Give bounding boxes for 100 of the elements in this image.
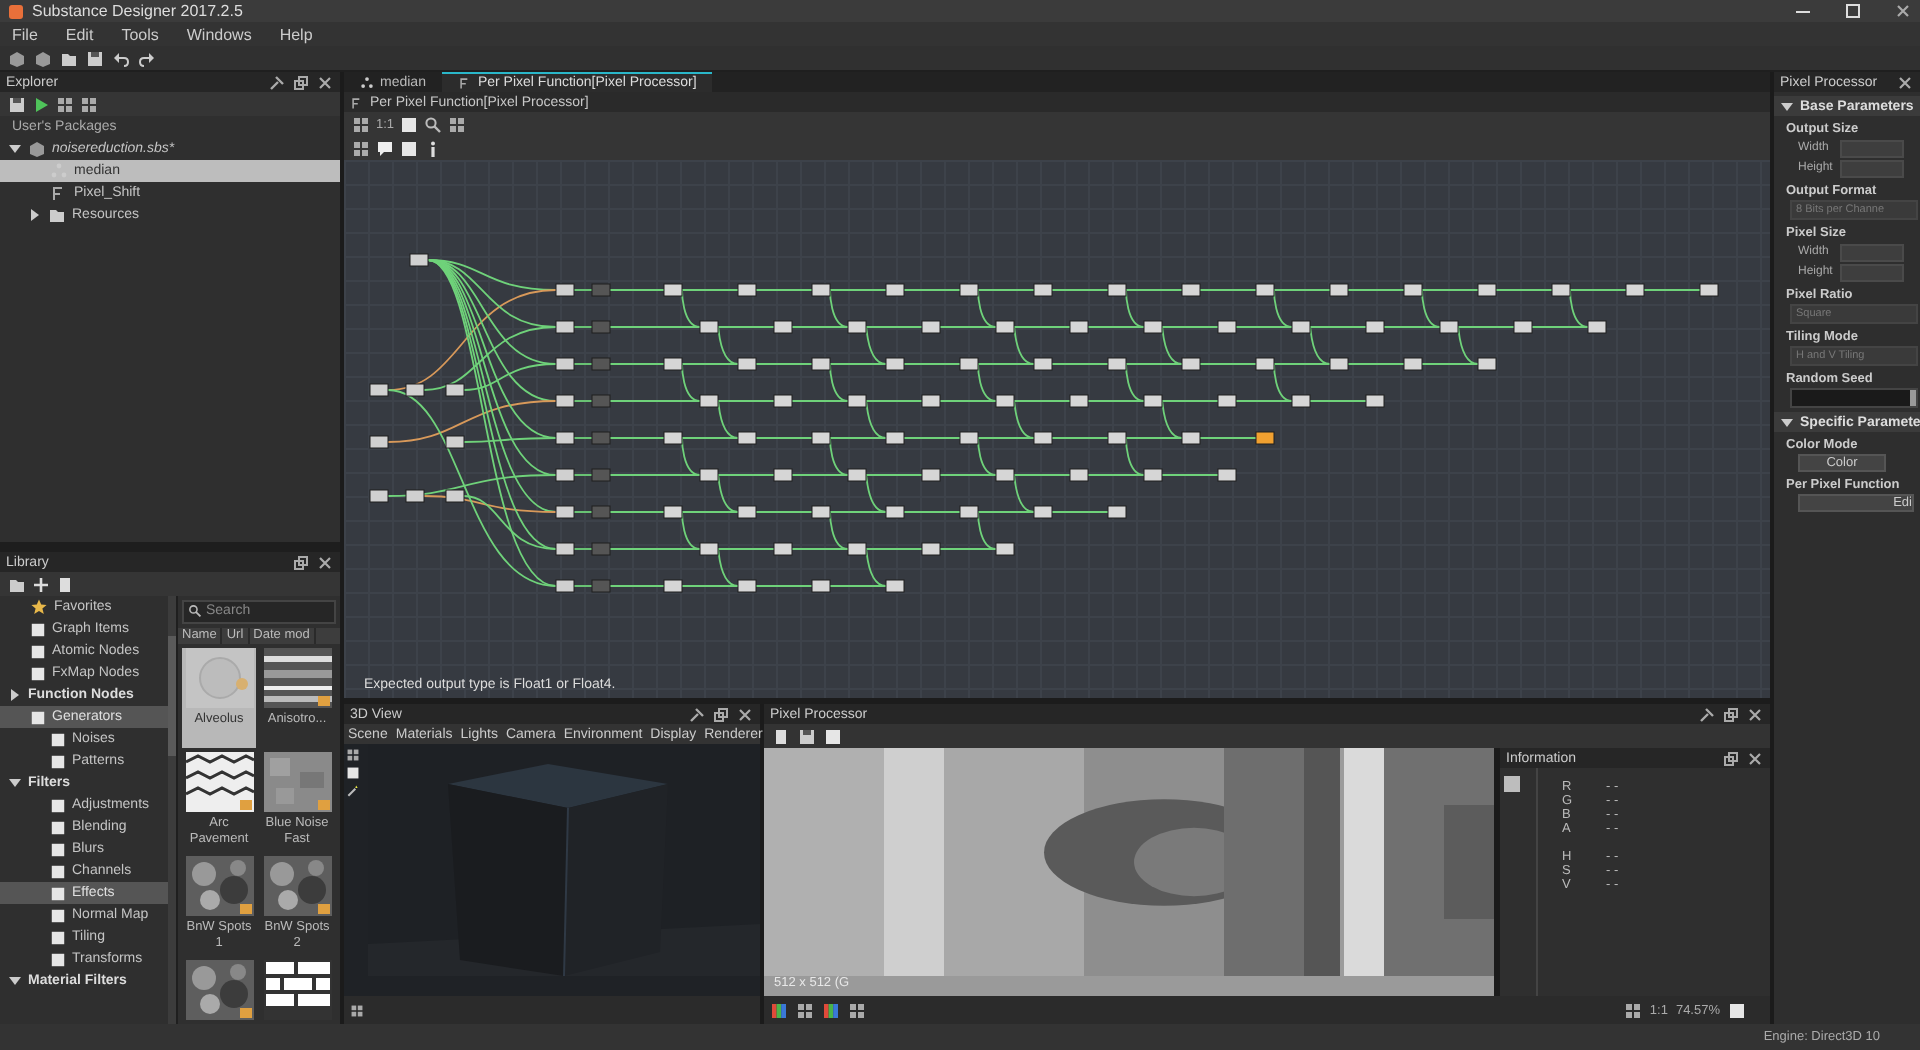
pin-icon[interactable] xyxy=(268,73,286,91)
seed-field[interactable] xyxy=(1790,388,1918,408)
save-icon[interactable] xyxy=(798,727,816,745)
expanded-arrow-icon[interactable] xyxy=(8,776,22,790)
connection-line xyxy=(609,585,665,587)
grid-icon[interactable] xyxy=(796,1001,814,1019)
expanded-arrow-icon[interactable] xyxy=(1780,415,1794,429)
menu-item[interactable]: Tools xyxy=(121,25,159,43)
float-window-icon[interactable] xyxy=(1722,705,1740,723)
connection-line xyxy=(903,289,961,291)
connection-line xyxy=(903,363,961,365)
close-icon[interactable] xyxy=(1894,2,1912,20)
float-window-icon[interactable] xyxy=(292,553,310,571)
menu-item[interactable]: Windows xyxy=(186,25,252,43)
window-title: Substance Designer 2017.2.5 xyxy=(32,2,243,20)
close-icon[interactable] xyxy=(1746,705,1764,723)
save-icon[interactable] xyxy=(86,49,104,67)
grid-icon[interactable] xyxy=(848,1001,866,1019)
undo-icon[interactable] xyxy=(112,49,130,67)
connection-line xyxy=(1161,474,1219,476)
close-icon[interactable] xyxy=(736,705,754,723)
grid-icon[interactable] xyxy=(56,95,74,113)
float-window-icon[interactable] xyxy=(712,705,730,723)
search-icon[interactable] xyxy=(424,115,443,133)
grid-icon[interactable] xyxy=(448,115,467,133)
connection-line xyxy=(609,289,665,291)
close-icon[interactable] xyxy=(1896,73,1914,91)
grid-icon[interactable] xyxy=(80,95,98,113)
connection-line xyxy=(1347,289,1405,291)
expanded-arrow-icon[interactable] xyxy=(8,974,22,988)
function-icon xyxy=(457,76,472,90)
expanded-arrow-icon[interactable] xyxy=(8,142,22,156)
document-icon[interactable] xyxy=(772,727,790,745)
document-icon[interactable] xyxy=(56,575,74,593)
rgb-icon[interactable] xyxy=(770,1001,788,1019)
grid-icon[interactable] xyxy=(346,748,360,762)
connection-line xyxy=(573,289,593,291)
number-field[interactable] xyxy=(1840,159,1904,177)
menu-item[interactable]: File xyxy=(12,25,38,43)
collapsed-arrow-icon[interactable] xyxy=(8,688,22,702)
wand-icon[interactable] xyxy=(346,784,360,798)
connection-line xyxy=(1199,363,1257,365)
folder-icon xyxy=(48,206,66,224)
number-field[interactable] xyxy=(1840,243,1904,261)
float-window-icon[interactable] xyxy=(292,73,310,91)
connection-line xyxy=(1051,511,1109,513)
connection-line xyxy=(573,437,593,439)
connection-line xyxy=(573,400,593,402)
node-icon xyxy=(360,76,374,90)
frame-icon[interactable] xyxy=(346,766,360,780)
menu-item[interactable]: Edit xyxy=(65,25,94,43)
star-icon xyxy=(30,598,48,616)
maximize-icon[interactable] xyxy=(1844,2,1862,20)
connection-line xyxy=(903,511,961,513)
connection-line xyxy=(1347,363,1405,365)
collapsed-arrow-icon[interactable] xyxy=(28,208,42,222)
connection-line xyxy=(1643,289,1701,291)
pin-icon[interactable] xyxy=(1698,705,1716,723)
add-icon[interactable] xyxy=(32,575,50,593)
redo-icon[interactable] xyxy=(138,49,156,67)
connection-line xyxy=(1051,289,1109,291)
number-field[interactable] xyxy=(1840,139,1904,157)
grid-icon[interactable] xyxy=(350,1003,364,1017)
connection-line xyxy=(573,511,593,513)
close-icon[interactable] xyxy=(1746,749,1764,767)
grid-icon[interactable] xyxy=(352,139,370,157)
pin-icon[interactable] xyxy=(688,705,706,723)
node-icon xyxy=(50,162,68,180)
menu-item[interactable]: Help xyxy=(279,25,313,43)
connection-line xyxy=(755,585,813,587)
connection-line xyxy=(609,363,665,365)
connection-line xyxy=(1495,289,1553,291)
connection-line xyxy=(755,289,813,291)
save-icon[interactable] xyxy=(8,95,26,113)
connection-line xyxy=(573,363,593,365)
graph-nodes[interactable] xyxy=(369,253,1719,593)
close-icon[interactable] xyxy=(316,73,334,91)
connection-line xyxy=(1199,289,1257,291)
connection-line xyxy=(755,363,813,365)
color-swatch xyxy=(1504,776,1520,792)
grid-icon[interactable] xyxy=(352,115,370,133)
connection-line xyxy=(573,474,593,476)
search-icon xyxy=(188,604,202,619)
connection-line xyxy=(609,511,665,513)
connection-line xyxy=(1309,400,1367,402)
rgb-icon[interactable] xyxy=(822,1001,840,1019)
frame-icon[interactable] xyxy=(1728,1001,1746,1019)
frame-icon[interactable] xyxy=(824,727,842,745)
scrollbar[interactable] xyxy=(168,596,176,1024)
grid-icon[interactable] xyxy=(1623,1001,1642,1019)
close-icon[interactable] xyxy=(316,553,334,571)
connection-line xyxy=(1051,437,1109,439)
comment-icon[interactable] xyxy=(376,139,394,157)
number-field[interactable] xyxy=(1840,263,1904,281)
connection-line xyxy=(755,511,813,513)
function-icon xyxy=(50,184,68,202)
float-window-icon[interactable] xyxy=(1722,749,1740,767)
connection-line xyxy=(609,437,665,439)
expanded-arrow-icon[interactable] xyxy=(1780,99,1794,113)
connection-line xyxy=(1199,437,1257,439)
